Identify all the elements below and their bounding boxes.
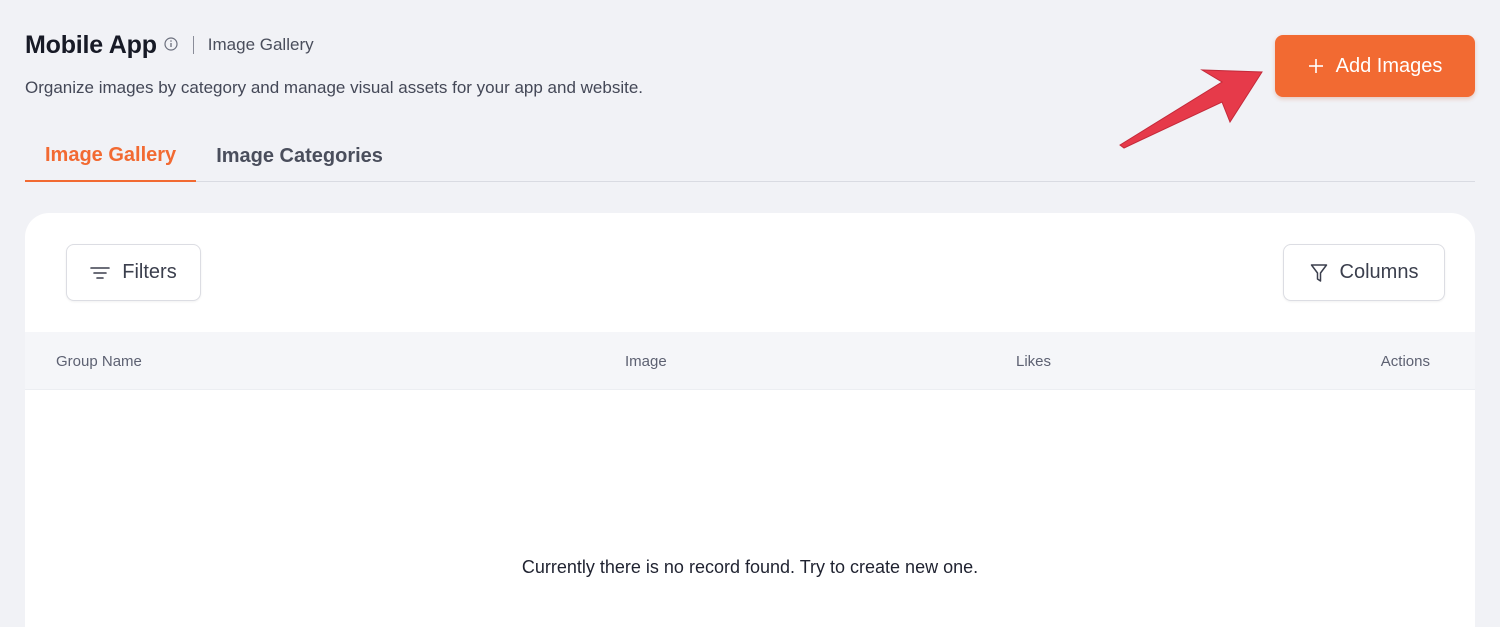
table-header: Group Name Image Likes Actions [25, 332, 1475, 390]
funnel-icon [1310, 263, 1328, 283]
gallery-table-card: Filters Columns Group Name Image Likes A… [25, 213, 1475, 627]
columns-label: Columns [1339, 261, 1419, 283]
add-images-button[interactable]: Add Images [1275, 35, 1475, 97]
filter-lines-icon [90, 265, 111, 281]
add-images-label: Add Images [1335, 54, 1443, 77]
filters-label: Filters [122, 261, 177, 283]
plus-icon [1308, 58, 1324, 74]
column-header-image[interactable]: Image [625, 332, 667, 390]
tab-image-gallery[interactable]: Image Gallery [25, 130, 197, 182]
empty-state-message: Currently there is no record found. Try … [521, 557, 979, 577]
breadcrumb-current: Image Gallery [207, 35, 314, 54]
info-icon[interactable] [164, 37, 178, 51]
tab-bar: Image Gallery Image Categories [25, 130, 1475, 182]
image-gallery-page: Mobile App Image Gallery Organize images… [0, 0, 1500, 627]
columns-button[interactable]: Columns [1283, 244, 1445, 301]
column-header-likes[interactable]: Likes [1016, 332, 1051, 390]
filters-button[interactable]: Filters [66, 244, 201, 301]
title-separator [192, 36, 194, 54]
column-header-actions: Actions [1380, 352, 1430, 370]
tab-image-categories[interactable]: Image Categories [196, 130, 403, 182]
column-header-group-name[interactable]: Group Name [56, 332, 142, 390]
page-header: Mobile App Image Gallery [25, 28, 314, 62]
page-title: Mobile App [25, 30, 157, 59]
page-description: Organize images by category and manage v… [25, 78, 644, 97]
